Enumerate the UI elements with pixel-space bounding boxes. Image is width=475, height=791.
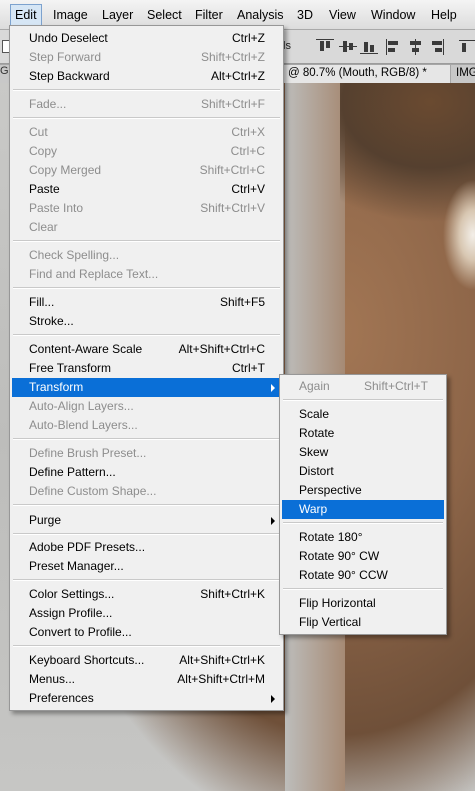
menu-item-preset-manager[interactable]: Preset Manager... bbox=[12, 557, 281, 576]
menu-item-stroke[interactable]: Stroke... bbox=[12, 312, 281, 331]
submenu-item-rotate-90-cw[interactable]: Rotate 90° CW bbox=[282, 547, 444, 566]
menu-item-copy[interactable]: Copy Ctrl+C bbox=[12, 142, 281, 161]
document-tab-next[interactable]: IMG bbox=[451, 65, 475, 83]
menu-item-undo-deselect[interactable]: Undo Deselect Ctrl+Z bbox=[12, 29, 281, 48]
menu-window[interactable]: Window bbox=[371, 6, 415, 26]
submenu-item-distort[interactable]: Distort bbox=[282, 462, 444, 481]
edit-menu: Undo Deselect Ctrl+Z Step Forward Shift+Ct… bbox=[9, 25, 284, 711]
align-bottom-edges-icon[interactable] bbox=[360, 39, 378, 55]
menu-separator bbox=[283, 399, 443, 401]
submenu-item-perspective[interactable]: Perspective bbox=[282, 481, 444, 500]
menu-item-copy-merged[interactable]: Copy Merged Shift+Ctrl+C bbox=[12, 161, 281, 180]
align-top-edges-icon[interactable] bbox=[316, 39, 334, 55]
menu-item-cut[interactable]: Cut Ctrl+X bbox=[12, 123, 281, 142]
menu-item-purge[interactable]: Purge bbox=[12, 511, 281, 530]
menu-separator bbox=[13, 117, 280, 119]
menu-item-define-pattern[interactable]: Define Pattern... bbox=[12, 463, 281, 482]
option-partial-text: ls bbox=[283, 40, 291, 52]
menu-select[interactable]: Select bbox=[147, 6, 182, 26]
menu-filter[interactable]: Filter bbox=[195, 6, 223, 26]
menu-item-adobe-pdf-presets[interactable]: Adobe PDF Presets... bbox=[12, 538, 281, 557]
menu-item-free-transform[interactable]: Free Transform Ctrl+T bbox=[12, 359, 281, 378]
menu-view[interactable]: View bbox=[329, 6, 356, 26]
submenu-item-flip-vertical[interactable]: Flip Vertical bbox=[282, 613, 444, 632]
menu-item-clear[interactable]: Clear bbox=[12, 218, 281, 237]
menu-item-color-settings[interactable]: Color Settings... Shift+Ctrl+K bbox=[12, 585, 281, 604]
menu-separator bbox=[13, 533, 280, 535]
menu-item-convert-to-profile[interactable]: Convert to Profile... bbox=[12, 623, 281, 642]
menu-item-keyboard-shortcuts[interactable]: Keyboard Shortcuts... Alt+Shift+Ctrl+K bbox=[12, 651, 281, 670]
submenu-item-flip-horizontal[interactable]: Flip Horizontal bbox=[282, 594, 444, 613]
menu-item-assign-profile[interactable]: Assign Profile... bbox=[12, 604, 281, 623]
menu-separator bbox=[13, 287, 280, 289]
menu-help[interactable]: Help bbox=[431, 6, 457, 26]
menu-item-fill[interactable]: Fill... Shift+F5 bbox=[12, 293, 281, 312]
submenu-item-rotate-180[interactable]: Rotate 180° bbox=[282, 528, 444, 547]
document-tab-active[interactable]: @ 80.7% (Mouth, RGB/8) * bbox=[282, 65, 450, 83]
menu-separator bbox=[13, 240, 280, 242]
submenu-item-scale[interactable]: Scale bbox=[282, 405, 444, 424]
submenu-arrow-icon bbox=[271, 695, 275, 703]
submenu-arrow-icon bbox=[271, 384, 275, 392]
submenu-item-rotate[interactable]: Rotate bbox=[282, 424, 444, 443]
menu-item-fade[interactable]: Fade... Shift+Ctrl+F bbox=[12, 95, 281, 114]
menu-item-content-aware-scale[interactable]: Content-Aware Scale Alt+Shift+Ctrl+C bbox=[12, 340, 281, 359]
menu-separator bbox=[13, 89, 280, 91]
submenu-item-rotate-90-ccw[interactable]: Rotate 90° CCW bbox=[282, 566, 444, 585]
menu-item-preferences[interactable]: Preferences bbox=[12, 689, 281, 708]
menu-separator bbox=[13, 645, 280, 647]
menu-analysis[interactable]: Analysis bbox=[237, 6, 284, 26]
eye-area bbox=[438, 170, 475, 300]
menu-separator bbox=[13, 504, 280, 506]
menu-item-paste-into[interactable]: Paste Into Shift+Ctrl+V bbox=[12, 199, 281, 218]
menu-item-check-spelling[interactable]: Check Spelling... bbox=[12, 246, 281, 265]
align-horizontal-centers-icon[interactable] bbox=[407, 39, 425, 55]
transform-submenu: Again Shift+Ctrl+T Scale Rotate Skew Dist… bbox=[279, 374, 447, 635]
submenu-item-warp[interactable]: Warp bbox=[282, 500, 444, 519]
menu-item-paste[interactable]: Paste Ctrl+V bbox=[12, 180, 281, 199]
submenu-arrow-icon bbox=[271, 517, 275, 525]
submenu-item-again[interactable]: Again Shift+Ctrl+T bbox=[282, 377, 444, 396]
menu-edit[interactable]: Edit bbox=[10, 4, 42, 26]
align-right-edges-icon[interactable] bbox=[428, 39, 446, 55]
menu-layer[interactable]: Layer bbox=[102, 6, 133, 26]
menu-separator bbox=[13, 438, 280, 440]
menu-item-find-replace-text[interactable]: Find and Replace Text... bbox=[12, 265, 281, 284]
menu-separator bbox=[13, 579, 280, 581]
menu-item-auto-blend-layers[interactable]: Auto-Blend Layers... bbox=[12, 416, 281, 435]
menu-separator bbox=[283, 522, 443, 524]
menu-item-step-backward[interactable]: Step Backward Alt+Ctrl+Z bbox=[12, 67, 281, 86]
menu-item-step-forward[interactable]: Step Forward Shift+Ctrl+Z bbox=[12, 48, 281, 67]
menu-item-menus[interactable]: Menus... Alt+Shift+Ctrl+M bbox=[12, 670, 281, 689]
menu-separator bbox=[283, 588, 443, 590]
menu-item-define-brush-preset[interactable]: Define Brush Preset... bbox=[12, 444, 281, 463]
menu-item-define-custom-shape[interactable]: Define Custom Shape... bbox=[12, 482, 281, 501]
menu-3d[interactable]: 3D bbox=[297, 6, 313, 26]
distribute-top-edges-icon[interactable] bbox=[459, 39, 475, 55]
menu-separator bbox=[13, 334, 280, 336]
menu-item-auto-align-layers[interactable]: Auto-Align Layers... bbox=[12, 397, 281, 416]
menu-item-transform[interactable]: Transform bbox=[12, 378, 281, 397]
align-vertical-centers-icon[interactable] bbox=[339, 39, 357, 55]
align-left-edges-icon[interactable] bbox=[386, 39, 404, 55]
menu-image[interactable]: Image bbox=[53, 6, 88, 26]
submenu-item-skew[interactable]: Skew bbox=[282, 443, 444, 462]
